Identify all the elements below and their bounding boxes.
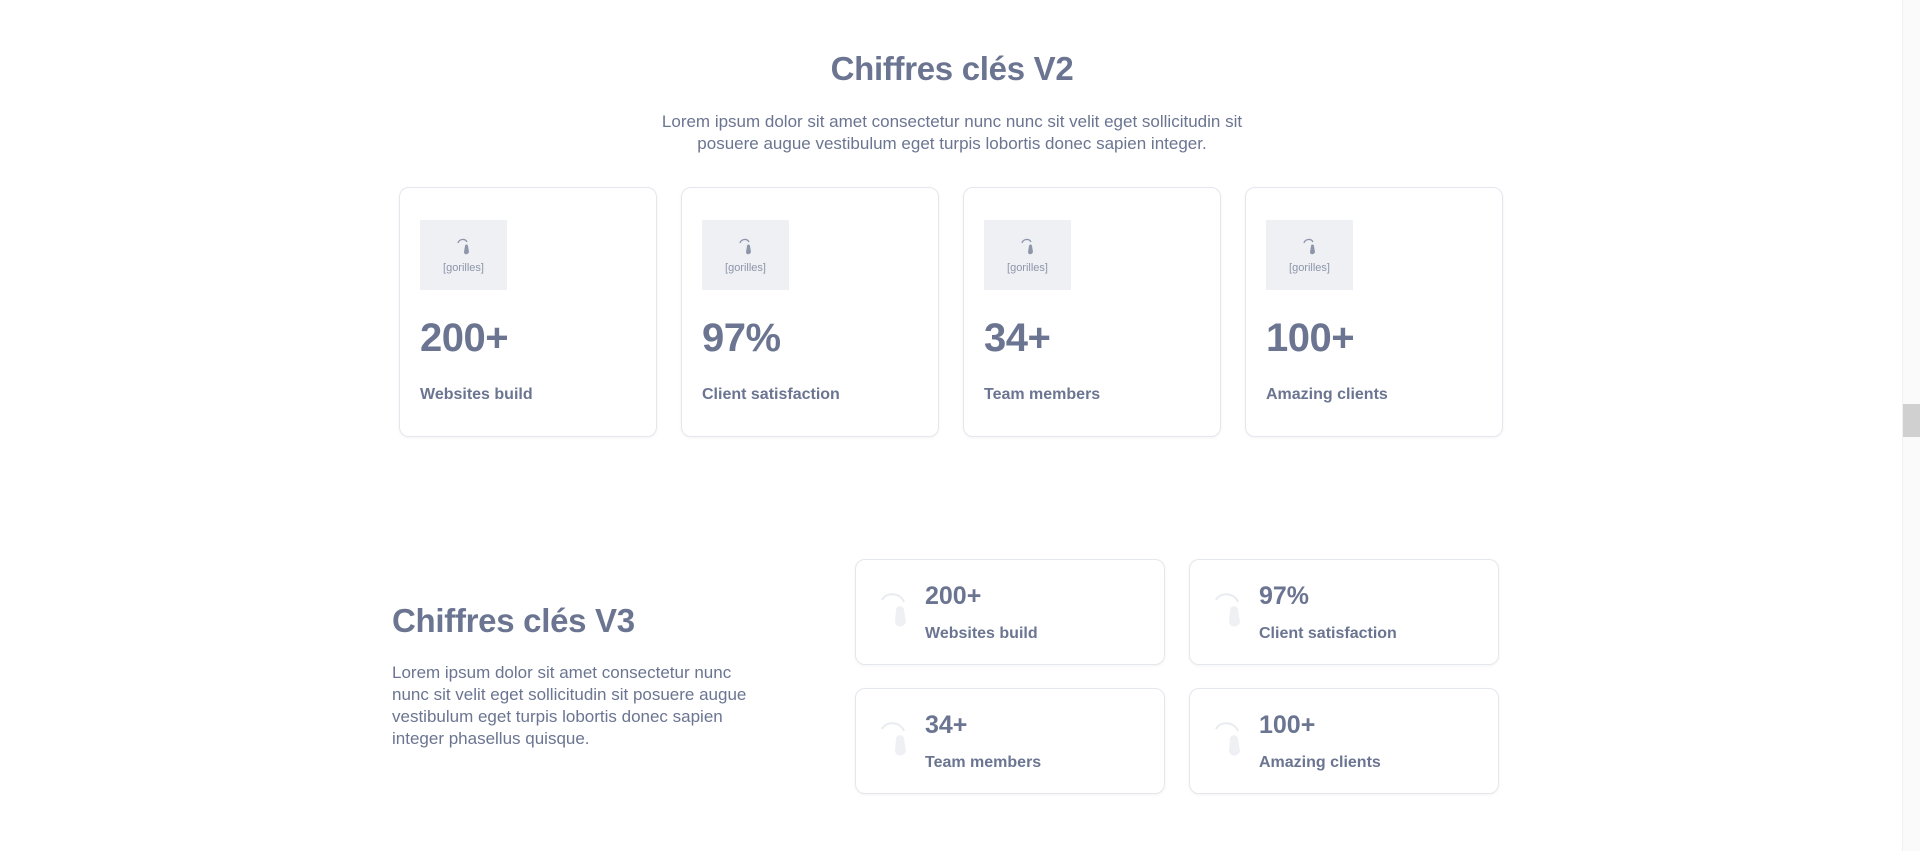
- v3-stat-card: 97% Client satisfaction: [1189, 559, 1499, 665]
- v2-section-title: Chiffres clés V2: [830, 50, 1074, 87]
- stat-value: 34+: [925, 711, 968, 739]
- v2-stat-card: [gorilles] 34+ Team members: [963, 187, 1221, 437]
- stat-value: 200+: [420, 316, 509, 360]
- v2-stat-card: [gorilles] 97% Client satisfaction: [681, 187, 939, 437]
- v2-stat-card: [gorilles] 200+ Websites build: [399, 187, 657, 437]
- stat-label: Team members: [984, 386, 1101, 403]
- gorilla-logo-icon: [881, 593, 906, 627]
- gorilla-logo-icon: [1215, 593, 1240, 627]
- stat-label: Client satisfaction: [1259, 625, 1397, 642]
- gorilla-logo-icon: [1215, 722, 1240, 756]
- stat-value: 97%: [1259, 582, 1310, 610]
- logo-placeholder: [gorilles]: [702, 220, 789, 290]
- stat-label: Amazing clients: [1259, 754, 1381, 771]
- logo-text: [gorilles]: [443, 261, 484, 274]
- gorilla-logo-icon: [881, 722, 906, 756]
- logo-text: [gorilles]: [1007, 261, 1048, 274]
- stat-label: Amazing clients: [1266, 386, 1388, 403]
- v3-stat-card: 34+ Team members: [855, 688, 1165, 794]
- v2-stat-card: [gorilles] 100+ Amazing clients: [1245, 187, 1503, 437]
- stat-value: 34+: [984, 316, 1051, 360]
- stat-value: 97%: [702, 316, 781, 360]
- stat-value: 200+: [925, 582, 982, 610]
- logo-text: [gorilles]: [1289, 261, 1330, 274]
- gorilla-logo-icon: [456, 238, 469, 254]
- v2-section-description: Lorem ipsum dolor sit amet consectetur n…: [661, 112, 1243, 153]
- gorilla-logo-icon: [738, 238, 751, 254]
- gorilla-logo-icon: [1020, 238, 1033, 254]
- v3-stat-card: 200+ Websites build: [855, 559, 1165, 665]
- v3-stat-card: 100+ Amazing clients: [1189, 688, 1499, 794]
- v3-section-description: Lorem ipsum dolor sit amet consectetur n…: [392, 663, 747, 748]
- stat-value: 100+: [1259, 711, 1316, 739]
- stat-label: Websites build: [420, 386, 533, 403]
- logo-placeholder: [gorilles]: [420, 220, 507, 290]
- v3-section-title: Chiffres clés V3: [392, 602, 635, 639]
- stat-value: 100+: [1266, 316, 1355, 360]
- scrollbar-thumb[interactable]: [1903, 404, 1920, 437]
- logo-text: [gorilles]: [725, 261, 766, 274]
- gorilla-logo-icon: [1302, 238, 1315, 254]
- stat-label: Team members: [925, 754, 1042, 771]
- logo-placeholder: [gorilles]: [1266, 220, 1353, 290]
- logo-placeholder: [gorilles]: [984, 220, 1071, 290]
- stat-label: Websites build: [925, 625, 1038, 642]
- stat-label: Client satisfaction: [702, 386, 840, 403]
